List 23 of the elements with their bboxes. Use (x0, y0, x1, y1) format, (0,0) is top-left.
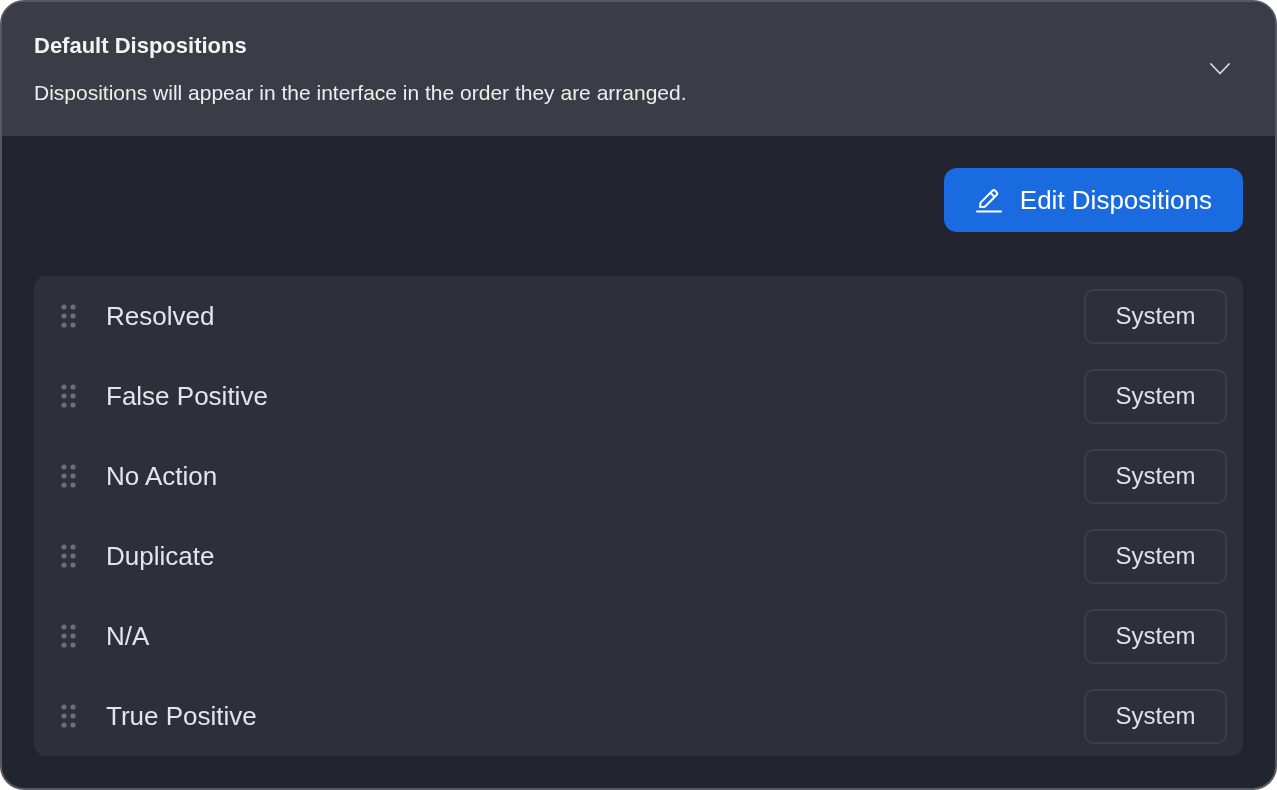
drag-handle-icon[interactable] (61, 624, 76, 648)
drag-handle-icon[interactable] (61, 544, 76, 568)
pencil-icon (975, 187, 1002, 213)
disposition-name: N/A (106, 620, 151, 652)
drag-handle-icon[interactable] (61, 704, 76, 728)
system-tag: System (1084, 608, 1227, 664)
system-tag: System (1084, 528, 1227, 584)
disposition-name: False Positive (106, 380, 269, 412)
edit-dispositions-button[interactable]: Edit Dispositions (943, 168, 1243, 232)
disposition-name: Duplicate (106, 540, 216, 572)
drag-handle-icon[interactable] (61, 464, 76, 488)
section-description: Dispositions will appear in the interface in the order they are arranged. (34, 80, 688, 106)
system-tag: System (1084, 448, 1227, 504)
drag-handle-icon[interactable] (61, 384, 76, 408)
system-tag: System (1084, 368, 1227, 424)
system-tag: System (1084, 688, 1227, 744)
system-tag: System (1084, 288, 1227, 344)
chevron-down-icon[interactable] (1210, 63, 1230, 75)
disposition-name: True Positive (106, 700, 258, 732)
section-title: Default Dispositions (34, 32, 248, 60)
disposition-name: Resolved (106, 300, 216, 332)
drag-handle-icon[interactable] (61, 304, 76, 328)
disposition-name: No Action (106, 460, 219, 492)
